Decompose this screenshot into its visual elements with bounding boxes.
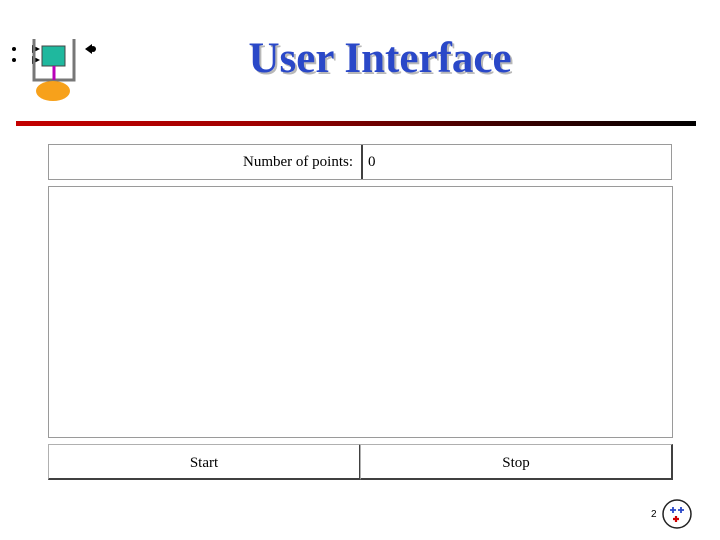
- stop-button[interactable]: Stop: [360, 444, 673, 480]
- points-counter-value: 0: [361, 145, 671, 179]
- page-title: User Interface: [248, 35, 512, 82]
- drawing-canvas[interactable]: [48, 186, 673, 438]
- button-row: Start Stop: [48, 444, 673, 482]
- page-number: 2: [651, 509, 657, 520]
- points-counter: Number of points: 0: [48, 144, 672, 180]
- title-divider: [16, 121, 696, 126]
- start-button[interactable]: Start: [48, 444, 361, 480]
- points-counter-label: Number of points:: [243, 154, 353, 170]
- system-diagram-icon: [12, 39, 96, 101]
- university-seal-icon: [662, 499, 692, 529]
